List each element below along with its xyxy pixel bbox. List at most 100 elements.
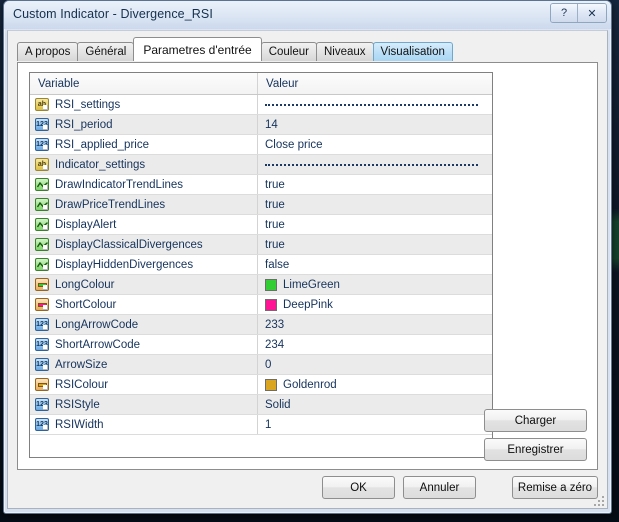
variable-cell: 123 RSI_period [30,115,258,134]
value-cell[interactable] [258,95,492,114]
tab-a-propos[interactable]: A propos [17,42,78,61]
value-text: DeepPink [283,299,333,311]
variable-cell: ab Indicator_settings [30,155,258,174]
value-cell[interactable]: 1 [258,415,492,434]
bool-type-icon [35,238,49,251]
number-type-icon: 123 [35,318,49,331]
table-row[interactable]: ShortColour DeepPink [30,295,492,315]
window-title: Custom Indicator - Divergence_RSI [13,7,213,21]
variable-cell: RSIColour [30,375,258,394]
value-cell[interactable]: 0 [258,355,492,374]
variable-name: DisplayAlert [55,219,116,231]
cancel-button[interactable]: Annuler [403,476,476,499]
value-cell[interactable]: Close price [258,135,492,154]
tab-niveaux[interactable]: Niveaux [316,42,374,61]
value-cell[interactable]: true [258,195,492,214]
variable-cell: ShortColour [30,295,258,314]
tab-strip: A propos Général Parametres d'entrée Cou… [17,39,452,61]
table-row[interactable]: DisplayHiddenDivergences false [30,255,492,275]
grid-header-value: Valeur [258,73,492,94]
value-text: true [265,199,285,211]
table-row[interactable]: LongColourLimeGreen [30,275,492,295]
value-text: Close price [265,139,323,151]
table-row[interactable]: DrawIndicatorTrendLinestrue [30,175,492,195]
table-row[interactable]: 123RSI_applied_price Close price [30,135,492,155]
color-swatch [265,379,277,391]
color-type-icon [35,278,49,291]
value-cell[interactable]: 233 [258,315,492,334]
value-text: 14 [265,119,278,131]
number-type-icon: 123 [35,398,49,411]
variable-cell: 123 LongArrowCode [30,315,258,334]
tab-visualisation[interactable]: Visualisation [373,42,453,61]
variable-name: RSIColour [55,379,108,391]
value-text: 0 [265,359,271,371]
table-row[interactable]: ab RSI_settings [30,95,492,115]
variable-cell: LongColour [30,275,258,294]
table-row[interactable]: DisplayClassicalDivergences true [30,235,492,255]
title-bar[interactable]: Custom Indicator - Divergence_RSI ? ✕ [4,1,611,29]
table-row[interactable]: 123RSIWidth1 [30,415,492,435]
number-type-icon: 123 [35,118,49,131]
variable-name: ArrowSize [55,359,107,371]
variable-name: Indicator_settings [55,159,145,171]
custom-indicator-dialog: Custom Indicator - Divergence_RSI ? ✕ A … [3,0,612,514]
separator-dashes [265,104,478,106]
variable-cell: 123RSIStyle [30,395,258,414]
value-cell[interactable]: LimeGreen [258,275,492,294]
variable-name: RSI_settings [55,99,120,111]
tab-general[interactable]: Général [77,42,134,61]
variable-name: DrawPriceTrendLines [55,199,165,211]
variable-name: ShortArrowCode [55,339,140,351]
value-cell[interactable]: DeepPink [258,295,492,314]
variable-cell: DisplayHiddenDivergences [30,255,258,274]
color-swatch [265,279,277,291]
variable-name: LongArrowCode [55,319,138,331]
value-text: true [265,239,285,251]
save-button[interactable]: Enregistrer [484,438,587,461]
number-type-icon: 123 [35,138,49,151]
table-row[interactable]: RSIColour Goldenrod [30,375,492,395]
dialog-client-area: A propos Général Parametres d'entrée Cou… [7,30,608,509]
value-cell[interactable]: Goldenrod [258,375,492,394]
value-cell[interactable] [258,155,492,174]
close-icon[interactable]: ✕ [578,4,606,22]
value-cell[interactable]: true [258,215,492,234]
variable-cell: DrawPriceTrendLines [30,195,258,214]
value-text: false [265,259,289,271]
load-button[interactable]: Charger [484,409,587,432]
reset-button[interactable]: Remise a zéro [512,476,598,499]
table-row[interactable]: DisplayAlert true [30,215,492,235]
table-row[interactable]: 123RSIStyleSolid [30,395,492,415]
value-text: Goldenrod [283,379,337,391]
table-row[interactable]: 123 RSI_period 14 [30,115,492,135]
value-cell[interactable]: true [258,175,492,194]
caption-button-group: ? ✕ [550,3,607,23]
table-row[interactable]: 123 LongArrowCode 233 [30,315,492,335]
variable-cell: 123RSI_applied_price [30,135,258,154]
table-row[interactable]: DrawPriceTrendLines true [30,195,492,215]
string-type-icon: ab [35,158,49,171]
table-row[interactable]: 123ArrowSize0 [30,355,492,375]
variable-name: RSI_period [55,119,113,131]
parameters-grid[interactable]: Variable Valeur abRSI_settings123RSI_per… [29,72,493,458]
variable-cell: DisplayClassicalDivergences [30,235,258,254]
variable-cell: DisplayAlert [30,215,258,234]
value-cell[interactable]: true [258,235,492,254]
value-cell[interactable]: false [258,255,492,274]
table-row[interactable]: 123ShortArrowCode234 [30,335,492,355]
table-row[interactable]: ab Indicator_settings [30,155,492,175]
value-cell[interactable]: 14 [258,115,492,134]
variable-name: DisplayHiddenDivergences [55,259,193,271]
bool-type-icon [35,258,49,271]
tab-page-parametres-entree: Variable Valeur abRSI_settings123RSI_per… [17,62,598,470]
ok-button[interactable]: OK [322,476,395,499]
resize-grip-icon[interactable] [592,494,604,506]
value-cell[interactable]: 234 [258,335,492,354]
string-type-icon: ab [35,98,49,111]
value-cell[interactable]: Solid [258,395,492,414]
help-icon[interactable]: ? [551,4,578,22]
variable-cell: DrawIndicatorTrendLines [30,175,258,194]
tab-couleur[interactable]: Couleur [261,42,317,61]
tab-parametres-entree[interactable]: Parametres d'entrée [133,37,261,61]
